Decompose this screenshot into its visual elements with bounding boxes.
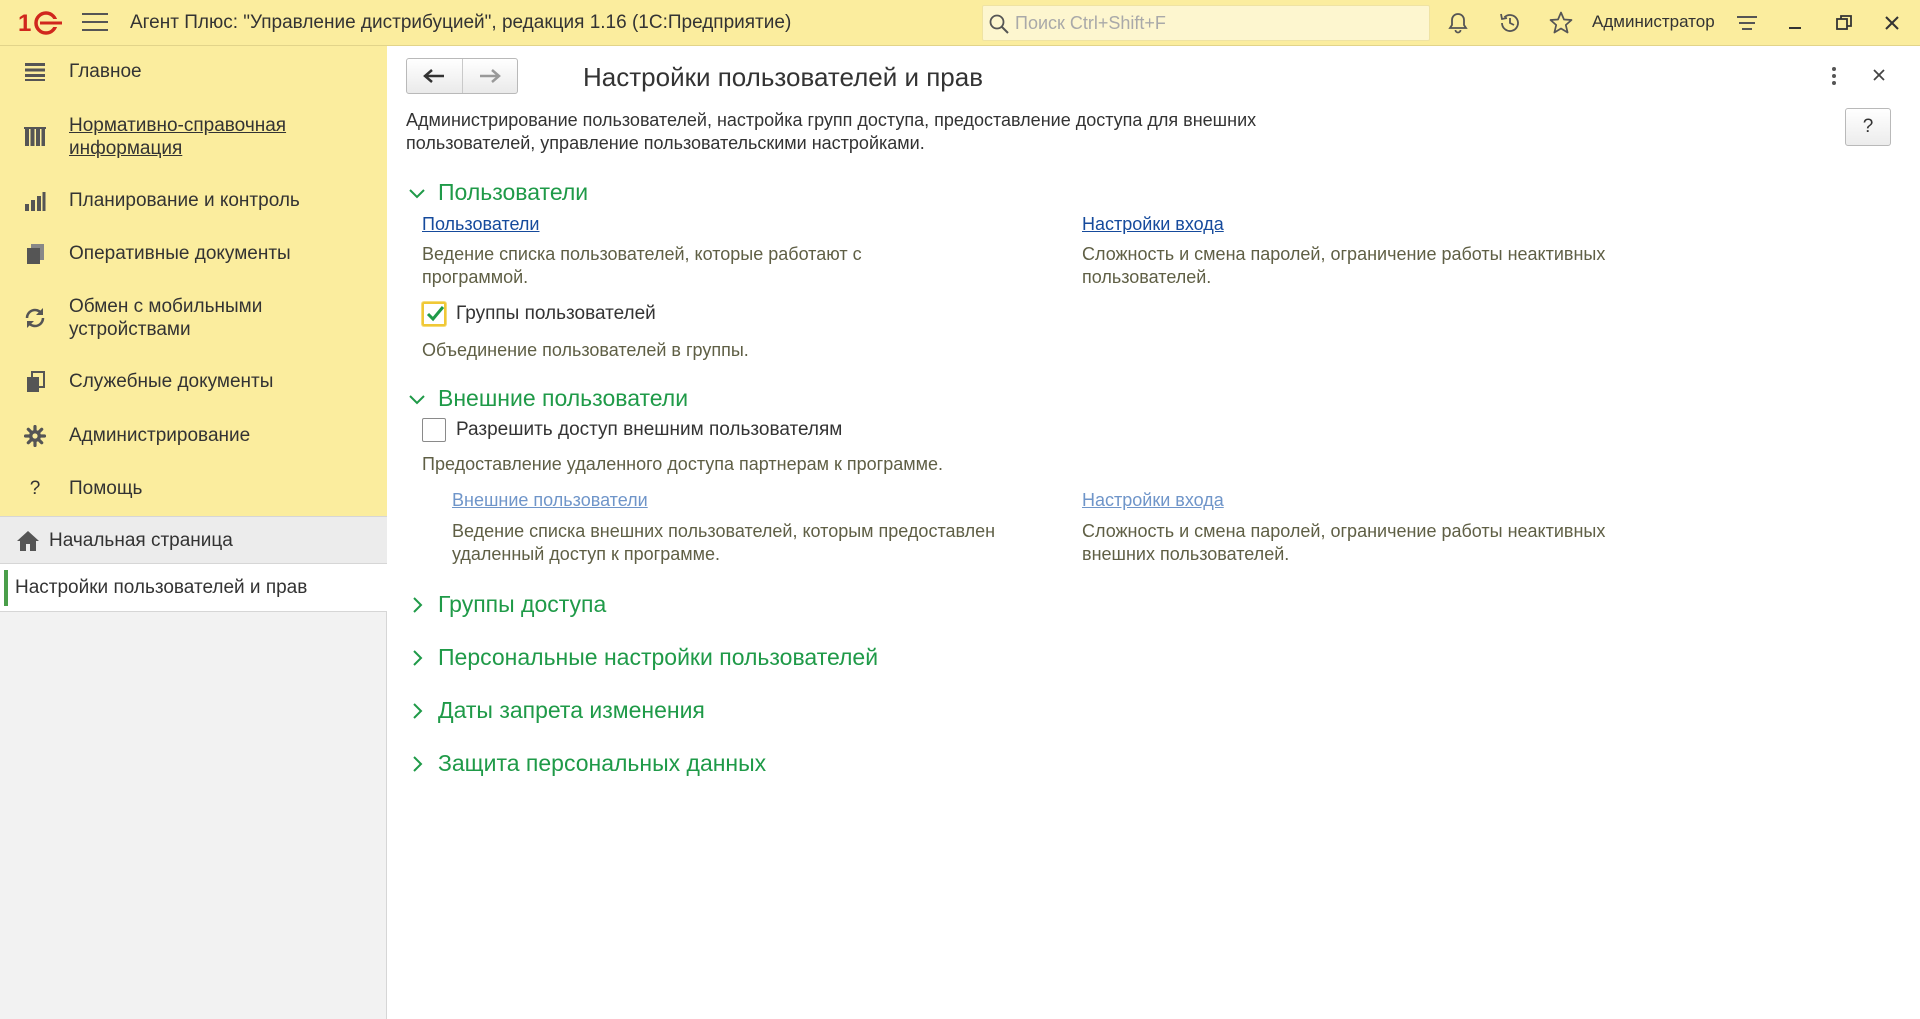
sync-icon bbox=[22, 305, 48, 331]
external-users-note: Ведение списка внешних пользователей, ко… bbox=[452, 521, 996, 564]
menu-label-mobile-exchange-1: Обмен с мобильными bbox=[69, 296, 263, 317]
form-description: Администрирование пользователей, настрой… bbox=[406, 110, 1257, 153]
menu-item-mobile-exchange[interactable]: Обмен с мобильными устройствами bbox=[0, 294, 387, 342]
app-title: Агент Плюс: "Управление дистрибуцией", р… bbox=[130, 12, 792, 33]
section-access-groups-header[interactable]: Группы доступа bbox=[406, 591, 606, 618]
arrow-right-icon bbox=[479, 69, 501, 83]
user-groups-checkbox-row[interactable]: Группы пользователей bbox=[422, 302, 656, 326]
menu-label-main: Главное bbox=[69, 61, 142, 82]
question-icon: ? bbox=[29, 478, 41, 499]
chevron-right-icon bbox=[413, 702, 423, 719]
menu-item-main[interactable]: Главное bbox=[0, 58, 387, 84]
sections-panel: Главное Нормативно-справочная информация… bbox=[0, 46, 387, 516]
section-personal-data-protection-title: Защита персональных данных bbox=[438, 750, 767, 776]
external-login-settings-note: Сложность и смена паролей, ограничение р… bbox=[1082, 521, 1606, 564]
main-menu-icon[interactable] bbox=[82, 13, 108, 33]
chevron-right-icon bbox=[413, 596, 423, 613]
search-icon bbox=[989, 14, 1009, 34]
user-name[interactable]: Администратор bbox=[1592, 12, 1715, 32]
section-personal-settings-header[interactable]: Персональные настройки пользователей bbox=[406, 644, 878, 671]
more-actions-icon[interactable] bbox=[1824, 64, 1844, 88]
section-personal-settings-title: Персональные настройки пользователей bbox=[438, 644, 879, 670]
help-button[interactable]: ? bbox=[1845, 108, 1891, 146]
title-bar: 1 Агент Плюс: "Управление дистрибуцией",… bbox=[0, 0, 1920, 46]
open-window-label: Настройки пользователей и прав bbox=[15, 577, 308, 598]
section-users-header[interactable]: Пользователи bbox=[406, 179, 588, 206]
history-navigation bbox=[406, 58, 518, 94]
section-personal-data-protection-header[interactable]: Защита персональных данных bbox=[406, 750, 766, 777]
user-groups-label: Группы пользователей bbox=[456, 303, 656, 324]
allow-external-access-note: Предоставление удаленного доступа партне… bbox=[422, 454, 943, 474]
allow-external-access-checkbox[interactable] bbox=[422, 418, 446, 442]
menu-label-reference-info-2: информация bbox=[69, 138, 183, 159]
user-groups-checkbox[interactable] bbox=[422, 302, 446, 326]
section-users-title: Пользователи bbox=[438, 179, 589, 205]
service-documents-icon bbox=[22, 369, 48, 395]
back-button[interactable] bbox=[407, 59, 463, 93]
arrow-left-icon bbox=[423, 69, 445, 83]
menu-label-service-docs: Служебные документы bbox=[69, 371, 274, 392]
section-external-users-header[interactable]: Внешние пользователи bbox=[406, 385, 688, 412]
menu-item-operational-docs[interactable]: Оперативные документы bbox=[0, 240, 387, 266]
home-page-tab[interactable]: Начальная страница bbox=[0, 516, 387, 564]
chart-icon bbox=[22, 188, 48, 214]
section-external-users-title: Внешние пользователи bbox=[438, 385, 689, 411]
menu-item-reference-info[interactable]: Нормативно-справочная информация bbox=[0, 113, 387, 161]
home-page-label: Начальная страница bbox=[49, 530, 233, 551]
menu-label-mobile-exchange-2: устройствами bbox=[69, 319, 191, 340]
books-icon bbox=[22, 124, 48, 150]
section-change-prohibition-dates-header[interactable]: Даты запрета изменения bbox=[406, 697, 705, 724]
forward-button[interactable] bbox=[463, 59, 518, 93]
sidebar: Главное Нормативно-справочная информация… bbox=[0, 46, 387, 1019]
login-settings-note: Сложность и смена паролей, ограничение р… bbox=[1082, 244, 1606, 287]
users-link[interactable]: Пользователи bbox=[422, 214, 539, 235]
restore-window-icon[interactable] bbox=[1830, 9, 1858, 37]
allow-external-access-label: Разрешить доступ внешним пользователям bbox=[456, 419, 843, 440]
section-change-prohibition-dates-title: Даты запрета изменения bbox=[438, 697, 705, 723]
home-icon bbox=[17, 531, 39, 551]
chevron-right-icon bbox=[413, 649, 423, 666]
search-box[interactable] bbox=[982, 5, 1430, 41]
favorites-star-icon[interactable] bbox=[1547, 9, 1575, 37]
menu-item-planning[interactable]: Планирование и контроль bbox=[0, 187, 387, 213]
menu-label-operational-docs: Оперативные документы bbox=[69, 243, 291, 264]
user-groups-note: Объединение пользователей в группы. bbox=[422, 340, 749, 360]
settings-menu-icon[interactable] bbox=[1733, 9, 1761, 37]
notifications-bell-icon[interactable] bbox=[1444, 9, 1472, 37]
users-note: Ведение списка пользователей, которые ра… bbox=[422, 244, 862, 287]
form-area: Настройки пользователей и прав ? Админис… bbox=[388, 46, 1920, 1019]
menu-label-administration: Администрирование bbox=[69, 425, 251, 446]
menu-item-service-docs[interactable]: Служебные документы bbox=[0, 368, 387, 394]
menu-item-help[interactable]: ? Помощь bbox=[0, 475, 387, 501]
menu-item-administration[interactable]: Администрирование bbox=[0, 422, 387, 448]
gear-icon bbox=[22, 423, 48, 449]
external-login-settings-link[interactable]: Настройки входа bbox=[1082, 490, 1224, 511]
svg-text:1: 1 bbox=[18, 10, 31, 37]
chevron-down-icon bbox=[409, 394, 425, 404]
minimize-icon[interactable] bbox=[1781, 9, 1809, 37]
form-title: Настройки пользователей и прав bbox=[583, 62, 984, 92]
section-access-groups-title: Группы доступа bbox=[438, 591, 607, 617]
close-window-icon[interactable] bbox=[1878, 9, 1906, 37]
history-icon[interactable] bbox=[1496, 9, 1524, 37]
checkmark-icon bbox=[426, 306, 445, 322]
active-tab-marker bbox=[4, 570, 8, 606]
open-window-tab-user-settings[interactable]: Настройки пользователей и прав bbox=[0, 564, 387, 612]
1c-logo[interactable]: 1 bbox=[18, 8, 64, 38]
menu-label-reference-info-1: Нормативно-справочная bbox=[69, 115, 287, 136]
search-input[interactable] bbox=[1015, 6, 1415, 40]
login-settings-link[interactable]: Настройки входа bbox=[1082, 214, 1224, 235]
chevron-right-icon bbox=[413, 755, 423, 772]
close-form-icon[interactable] bbox=[1868, 64, 1890, 86]
documents-icon bbox=[22, 241, 48, 267]
menu-label-help: Помощь bbox=[69, 478, 143, 499]
chevron-down-icon bbox=[409, 188, 425, 198]
allow-external-access-row[interactable]: Разрешить доступ внешним пользователям bbox=[422, 418, 842, 442]
menu-label-planning: Планирование и контроль bbox=[69, 190, 300, 211]
list-icon bbox=[22, 59, 48, 85]
external-users-link[interactable]: Внешние пользователи bbox=[452, 490, 648, 511]
